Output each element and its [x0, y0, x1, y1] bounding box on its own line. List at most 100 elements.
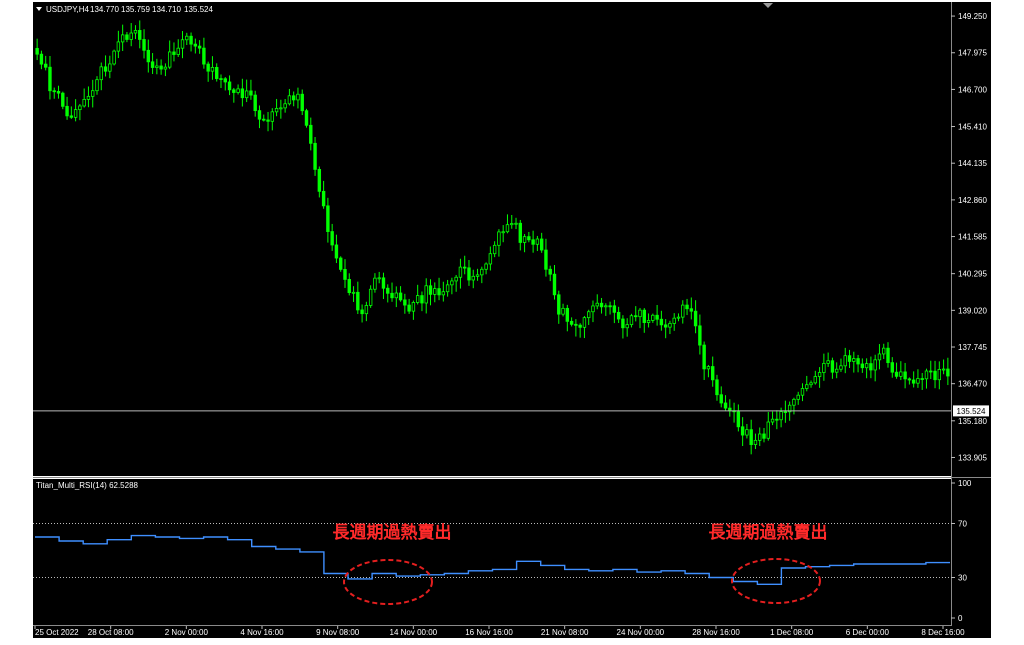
candle-body [693, 310, 698, 327]
candle-body [488, 253, 493, 265]
candle-body [894, 371, 899, 377]
price-tick-label: 139.020 [958, 306, 987, 315]
candle-body [822, 362, 826, 373]
candle-body [150, 61, 155, 68]
candle-body [929, 370, 933, 373]
candle-body [390, 292, 394, 299]
candle-body [73, 109, 78, 118]
candle-body [445, 284, 450, 293]
candle-body [403, 299, 407, 306]
candle-body [740, 426, 745, 436]
candle-body [621, 318, 625, 329]
candle-body [206, 63, 210, 72]
candle-body [638, 309, 642, 318]
candle-body [783, 411, 788, 414]
candle-body [907, 378, 912, 381]
candle-body [634, 315, 638, 318]
sub-plot-background [33, 479, 951, 626]
candle-body [775, 418, 779, 421]
low-value: 134.710 [152, 5, 181, 14]
candle-body [501, 231, 505, 234]
candle-body [886, 347, 890, 364]
candle-body [202, 47, 206, 65]
candle-body [274, 108, 279, 113]
candle-body [347, 279, 351, 293]
candle-body [608, 305, 612, 308]
candle-body [805, 384, 809, 389]
candle-body [428, 285, 433, 295]
candle-body [313, 142, 317, 170]
candle-body [304, 110, 309, 126]
candle-body [159, 65, 163, 70]
candle-body [527, 236, 531, 241]
candle-body [317, 168, 322, 192]
candle-body [326, 205, 330, 232]
candle-body [715, 379, 719, 396]
candle-body [911, 379, 916, 384]
rsi-tick-label: 30 [958, 574, 967, 583]
chart-header[interactable]: USDJPY,H4 134.770 135.759 134.710 135.52… [36, 5, 213, 14]
symbol-label: USDJPY,H4 [46, 5, 90, 14]
candle-body [890, 362, 894, 373]
candle-body [176, 47, 180, 55]
candle-body [163, 66, 168, 70]
candle-body [800, 388, 805, 396]
candle-body [834, 368, 839, 373]
candle-body [167, 51, 172, 68]
price-tick-label: 135.180 [958, 417, 987, 426]
candle-body [689, 308, 694, 312]
candle-body [420, 295, 424, 304]
candle-body [578, 324, 582, 328]
candle-body [103, 66, 108, 72]
candle-body [193, 43, 198, 47]
candle-body [612, 305, 617, 313]
candle-body [146, 49, 151, 63]
candle-body [394, 292, 398, 299]
candle-body [916, 378, 920, 384]
candle-body [587, 311, 591, 319]
candle-body [492, 244, 497, 255]
candle-body [253, 94, 257, 112]
candle-body [937, 369, 942, 381]
time-tick-label: 9 Nov 08:00 [316, 628, 360, 637]
candle-body [458, 266, 463, 278]
candle-body [766, 421, 770, 439]
candle-body [61, 92, 65, 107]
candle-body [882, 347, 886, 355]
candle-body [681, 304, 685, 318]
candle-body [215, 67, 219, 79]
candle-body [672, 317, 676, 324]
candle-body [762, 433, 766, 439]
candle-body [99, 66, 103, 81]
candle-body [377, 277, 381, 280]
candle-body [223, 78, 227, 83]
candle-body [360, 309, 364, 315]
candle-body [702, 344, 706, 370]
candle-body [368, 288, 373, 306]
candle-body [330, 231, 334, 246]
price-tick-label: 136.470 [958, 380, 987, 389]
candle-body [817, 372, 822, 377]
candle-body [535, 238, 540, 245]
candle-body [946, 368, 950, 377]
time-tick-label: 8 Dec 16:00 [921, 628, 965, 637]
candle-body [125, 34, 129, 40]
candle-body [86, 95, 91, 100]
candle-body [685, 304, 689, 310]
time-tick-label: 1 Dec 08:00 [770, 628, 814, 637]
candle-body [646, 320, 651, 323]
price-tick-label: 149.250 [958, 12, 987, 21]
candle-body [574, 323, 578, 326]
candle-body [35, 48, 39, 55]
candle-body [544, 249, 548, 270]
candle-body [484, 263, 488, 270]
candle-body [142, 39, 146, 51]
candle-body [595, 302, 599, 307]
candle-body [514, 222, 518, 225]
candle-body [510, 223, 514, 226]
candle-body [864, 363, 869, 369]
candle-body [197, 45, 202, 49]
candle-body [386, 287, 390, 294]
candle-body [736, 411, 741, 428]
candle-body [364, 305, 369, 315]
